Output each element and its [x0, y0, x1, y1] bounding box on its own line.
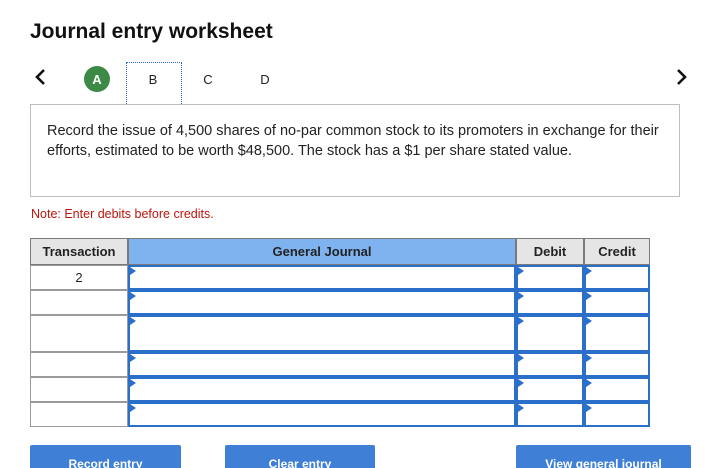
dropdown-marker-icon [518, 267, 524, 275]
general-journal-input[interactable] [128, 265, 516, 290]
clear-entry-button[interactable]: Clear entry [225, 445, 375, 468]
prompt-text: Record the issue of 4,500 shares of no-p… [47, 123, 659, 159]
transaction-cell: 2 [30, 265, 128, 290]
credit-input[interactable] [584, 402, 650, 427]
step-tab-b[interactable]: B [140, 66, 166, 92]
credit-input[interactable] [584, 352, 650, 377]
column-header-general-journal: General Journal [128, 238, 516, 265]
credit-input[interactable] [584, 265, 650, 290]
debit-input[interactable] [516, 402, 584, 427]
transaction-cell [30, 377, 128, 402]
general-journal-input[interactable] [128, 377, 516, 402]
column-header-credit: Credit [584, 238, 650, 265]
dropdown-marker-icon [586, 379, 592, 387]
step-tab-a[interactable]: A [84, 66, 110, 92]
dropdown-marker-icon [586, 317, 592, 325]
credit-input[interactable] [584, 315, 650, 352]
dropdown-marker-icon [586, 267, 592, 275]
general-journal-input[interactable] [128, 352, 516, 377]
page-title: Journal entry worksheet [30, 20, 273, 43]
instruction-note: Note: Enter debits before credits. [31, 207, 214, 221]
table-row [30, 290, 650, 315]
table-row [30, 352, 650, 377]
dropdown-marker-icon [586, 354, 592, 362]
credit-input[interactable] [584, 377, 650, 402]
chevron-right-icon[interactable] [671, 66, 693, 88]
step-tab-c[interactable]: C [195, 66, 221, 92]
general-journal-input[interactable] [128, 315, 516, 352]
dropdown-marker-icon [586, 404, 592, 412]
dropdown-marker-icon [130, 354, 136, 362]
transaction-cell [30, 352, 128, 377]
dropdown-marker-icon [586, 292, 592, 300]
step-tab-d[interactable]: D [252, 66, 278, 92]
dropdown-marker-icon [130, 267, 136, 275]
credit-input[interactable] [584, 290, 650, 315]
table-row: 2 [30, 265, 650, 290]
chevron-left-icon[interactable] [29, 66, 51, 88]
table-row [30, 315, 650, 352]
dropdown-marker-icon [130, 317, 136, 325]
table-row [30, 402, 650, 427]
general-journal-input[interactable] [128, 402, 516, 427]
dropdown-marker-icon [518, 354, 524, 362]
dropdown-marker-icon [518, 292, 524, 300]
transaction-cell [30, 315, 128, 352]
debit-input[interactable] [516, 265, 584, 290]
debit-input[interactable] [516, 290, 584, 315]
transaction-cell [30, 290, 128, 315]
column-header-transaction: Transaction [30, 238, 128, 265]
question-prompt: Record the issue of 4,500 shares of no-p… [30, 104, 680, 197]
record-entry-button[interactable]: Record entry [30, 445, 181, 468]
column-header-debit: Debit [516, 238, 584, 265]
debit-input[interactable] [516, 352, 584, 377]
transaction-cell [30, 402, 128, 427]
general-journal-input[interactable] [128, 290, 516, 315]
dropdown-marker-icon [130, 379, 136, 387]
view-general-journal-button[interactable]: View general journal [516, 445, 691, 468]
debit-input[interactable] [516, 315, 584, 352]
dropdown-marker-icon [518, 317, 524, 325]
table-row [30, 377, 650, 402]
dropdown-marker-icon [130, 292, 136, 300]
debit-input[interactable] [516, 377, 584, 402]
dropdown-marker-icon [130, 404, 136, 412]
dropdown-marker-icon [518, 379, 524, 387]
dropdown-marker-icon [518, 404, 524, 412]
